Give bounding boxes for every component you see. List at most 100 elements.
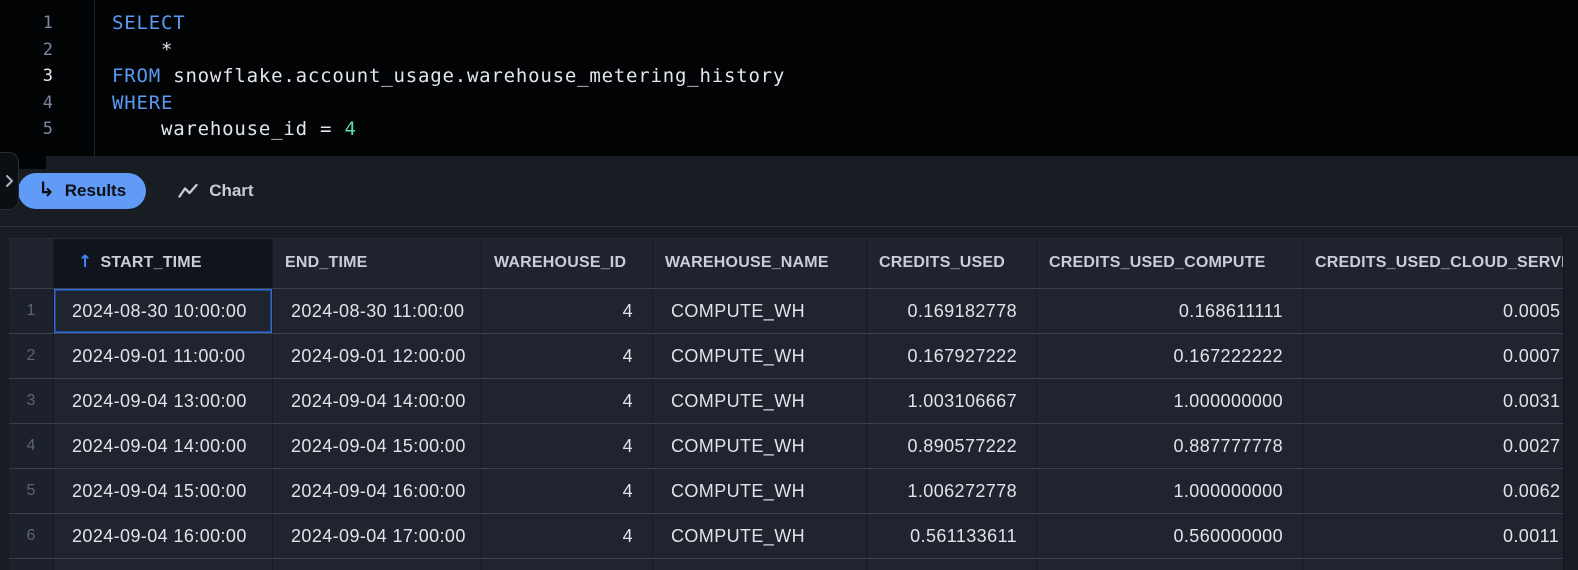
table-cell[interactable]: COMPUTE_WH xyxy=(653,379,867,423)
code-text: warehouse_id = 4 xyxy=(112,116,357,143)
return-arrow-icon: ↳ xyxy=(38,177,55,201)
table-cell[interactable]: COMPUTE_WH xyxy=(653,289,867,333)
code-line[interactable]: 3 FROM snowflake.account_usage.warehouse_… xyxy=(0,63,1578,90)
results-table: ↑ START_TIME END_TIME WAREHOUSE_ID WAREHOUSE… xyxy=(8,238,1564,570)
code-text: FROM snowflake.account_usage.warehouse_m… xyxy=(112,63,785,90)
column-header-label: CREDITS_USED_CLOUD_SERVICES xyxy=(1315,254,1564,271)
table-cell[interactable]: 2024-09-01 11:00:00 xyxy=(54,334,273,378)
table-row: 1 2024-08-30 10:00:00 2024-08-30 11:00:00 4… xyxy=(9,289,1564,334)
row-number[interactable]: 5 xyxy=(9,469,54,513)
column-header-credits_used[interactable]: CREDITS_USED xyxy=(867,238,1037,288)
table-cell[interactable]: 2024-09-04 16:00:00 xyxy=(273,469,482,513)
table-cell[interactable]: 2024-09-04 16:00:00 xyxy=(54,514,273,558)
table-cell[interactable]: 2024-09-04 15:00:00 xyxy=(54,469,273,513)
table-row xyxy=(9,559,1564,570)
table-body: 1 2024-08-30 10:00:00 2024-08-30 11:00:00 4… xyxy=(9,289,1564,570)
table-cell[interactable]: 1.006272778 xyxy=(867,469,1037,513)
line-number: 5 xyxy=(42,119,53,139)
table-cell[interactable]: 0.0031 xyxy=(1303,379,1564,423)
line-number: 4 xyxy=(42,92,53,113)
column-header-credits_used_compute[interactable]: CREDITS_USED_COMPUTE xyxy=(1037,238,1303,288)
table-cell[interactable]: 1.000000000 xyxy=(1037,379,1303,423)
table-cell[interactable] xyxy=(1037,559,1303,570)
column-header-label: CREDITS_USED xyxy=(879,254,1005,271)
row-number[interactable] xyxy=(9,559,54,570)
tab-results[interactable]: ↳ Results xyxy=(18,173,147,209)
table-cell[interactable]: 0.890577222 xyxy=(867,424,1037,468)
trend-line-icon xyxy=(178,183,198,198)
expand-side-panel-button[interactable] xyxy=(0,152,19,210)
row-number[interactable]: 6 xyxy=(9,514,54,558)
code-line[interactable]: 2 * xyxy=(0,37,1578,64)
table-cell[interactable]: 0.560000000 xyxy=(1037,514,1303,558)
table-cell[interactable]: 0.0011 xyxy=(1303,514,1564,558)
column-header-warehouse_id[interactable]: WAREHOUSE_ID xyxy=(482,238,653,288)
line-number: 3 xyxy=(42,66,53,86)
row-number[interactable]: 1 xyxy=(9,289,54,333)
column-header-label: END_TIME xyxy=(285,254,368,271)
column-header-credits_used_cloud_services[interactable]: CREDITS_USED_CLOUD_SERVICES xyxy=(1303,238,1564,288)
line-number: 1 xyxy=(42,13,53,33)
table-cell[interactable]: 0.169182778 xyxy=(867,289,1037,333)
column-header-end_time[interactable]: END_TIME xyxy=(273,238,482,288)
table-cell[interactable]: 2024-09-04 13:00:00 xyxy=(54,379,273,423)
table-cell[interactable]: 2024-09-04 14:00:00 xyxy=(273,379,482,423)
column-header-label: WAREHOUSE_NAME xyxy=(665,254,829,271)
column-header-start_time[interactable]: ↑ START_TIME xyxy=(54,238,273,288)
table-row: 5 2024-09-04 15:00:00 2024-09-04 16:00:00 4… xyxy=(9,469,1564,514)
table-cell[interactable]: 4 xyxy=(482,514,653,558)
table-cell[interactable]: 2024-08-30 10:00:00 xyxy=(54,289,273,333)
token-plain: * xyxy=(112,38,174,61)
table-cell[interactable]: 2024-09-01 12:00:00 xyxy=(273,334,482,378)
code-text: SELECT xyxy=(112,10,185,37)
table-row: 6 2024-09-04 16:00:00 2024-09-04 17:00:00 4… xyxy=(9,514,1564,559)
code-line[interactable]: 1 SELECT xyxy=(0,10,1578,37)
row-number[interactable]: 4 xyxy=(9,424,54,468)
column-header-label: WAREHOUSE_ID xyxy=(494,254,627,271)
table-cell[interactable]: COMPUTE_WH xyxy=(653,469,867,513)
select-all-corner[interactable] xyxy=(9,238,54,288)
row-number[interactable]: 3 xyxy=(9,379,54,423)
table-cell[interactable] xyxy=(653,559,867,570)
table-cell[interactable]: 0.0007 xyxy=(1303,334,1564,378)
table-cell[interactable]: 4 xyxy=(482,289,653,333)
table-cell[interactable]: 1.003106667 xyxy=(867,379,1037,423)
chevron-right-icon xyxy=(5,175,13,187)
table-cell[interactable]: 0.168611111 xyxy=(1037,289,1303,333)
table-cell[interactable]: 0.887777778 xyxy=(1037,424,1303,468)
table-cell[interactable]: COMPUTE_WH xyxy=(653,514,867,558)
sql-editor[interactable]: 1 SELECT 2 * 3 FROM snowflake.account_usage.… xyxy=(0,0,1578,156)
table-cell[interactable]: 4 xyxy=(482,424,653,468)
table-cell[interactable]: 2024-09-04 14:00:00 xyxy=(54,424,273,468)
table-cell[interactable] xyxy=(273,559,482,570)
table-cell[interactable]: 2024-08-30 11:00:00 xyxy=(273,289,482,333)
tab-chart[interactable]: Chart xyxy=(178,181,254,201)
table-cell[interactable]: COMPUTE_WH xyxy=(653,424,867,468)
table-cell[interactable]: 4 xyxy=(482,334,653,378)
column-header-warehouse_name[interactable]: WAREHOUSE_NAME xyxy=(653,238,867,288)
table-cell[interactable]: 0.167927222 xyxy=(867,334,1037,378)
table-cell[interactable]: 0.561133611 xyxy=(867,514,1037,558)
table-cell[interactable]: 4 xyxy=(482,469,653,513)
results-panel: ↳ Results Chart ↑ START_TIME END_TIME WAREH… xyxy=(0,152,1578,570)
table-header-row: ↑ START_TIME END_TIME WAREHOUSE_ID WAREHOUSE… xyxy=(9,238,1564,289)
tab-results-label: Results xyxy=(64,181,127,200)
table-cell[interactable] xyxy=(54,559,273,570)
code-line[interactable]: 5 warehouse_id = 4 xyxy=(0,116,1578,143)
table-cell[interactable]: COMPUTE_WH xyxy=(653,334,867,378)
row-number[interactable]: 2 xyxy=(9,334,54,378)
token-plain: warehouse_id = xyxy=(112,118,345,140)
table-cell[interactable]: 0.167222222 xyxy=(1037,334,1303,378)
table-cell[interactable] xyxy=(867,559,1037,570)
tab-chart-label: Chart xyxy=(209,181,254,200)
table-cell[interactable]: 0.0027 xyxy=(1303,424,1564,468)
code-line[interactable]: 4 WHERE xyxy=(0,90,1578,117)
table-cell[interactable]: 0.0005 xyxy=(1303,289,1564,333)
table-cell[interactable]: 0.0062 xyxy=(1303,469,1564,513)
table-cell[interactable] xyxy=(1303,559,1564,570)
table-cell[interactable] xyxy=(482,559,653,570)
table-cell[interactable]: 2024-09-04 17:00:00 xyxy=(273,514,482,558)
table-cell[interactable]: 2024-09-04 15:00:00 xyxy=(273,424,482,468)
table-cell[interactable]: 1.000000000 xyxy=(1037,469,1303,513)
table-cell[interactable]: 4 xyxy=(482,379,653,423)
